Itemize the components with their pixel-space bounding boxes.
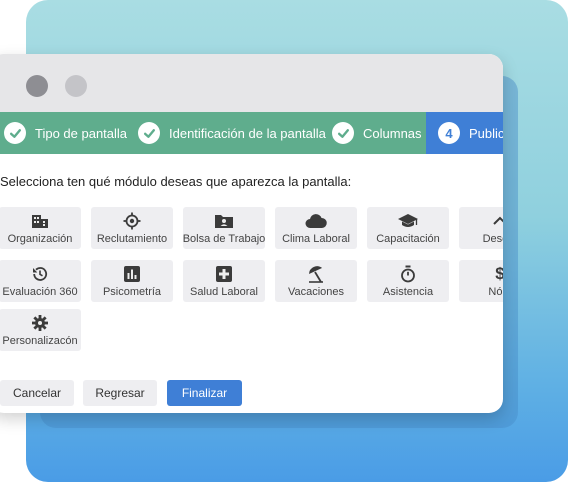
module-clima-laboral[interactable]: Clima Laboral: [275, 207, 357, 249]
module-label: Asistencia: [382, 286, 434, 298]
module-psicometria[interactable]: Psicometría: [91, 260, 173, 302]
step-label: Columnas: [363, 125, 422, 141]
app-window: Tipo de pantalla Identificación de la pa…: [0, 54, 503, 413]
gear-icon: [31, 314, 49, 332]
step-label: Publica: [469, 125, 503, 141]
folder-user-icon: [214, 212, 234, 230]
module-desempeno[interactable]: Desem: [459, 207, 503, 249]
back-button[interactable]: Regresar: [83, 380, 157, 406]
module-label: Organización: [7, 233, 73, 245]
module-label: Bolsa de Trabajo: [182, 233, 266, 245]
module-asistencia[interactable]: Asistencia: [367, 260, 449, 302]
module-label: Vacaciones: [287, 286, 345, 298]
module-bolsa-de-trabajo[interactable]: Bolsa de Trabajo: [183, 207, 265, 249]
cancel-button[interactable]: Cancelar: [0, 380, 74, 406]
history-icon: [31, 265, 49, 283]
module-prompt: Selecciona ten qué módulo deseas que apa…: [0, 174, 352, 189]
wizard-stepper: Tipo de pantalla Identificación de la pa…: [0, 112, 503, 154]
module-label: Salud Laboral: [190, 286, 258, 298]
module-label: Reclutamiento: [96, 233, 168, 245]
check-icon: [332, 122, 354, 144]
medical-cross-icon: [216, 265, 232, 283]
module-vacaciones[interactable]: Vacaciones: [275, 260, 357, 302]
module-label: Nóm: [488, 286, 503, 298]
module-label: Personalizacón: [2, 335, 78, 347]
module-salud-laboral[interactable]: Salud Laboral: [183, 260, 265, 302]
check-icon: [4, 122, 26, 144]
bar-chart-icon: [124, 265, 140, 283]
step-label: Tipo de pantalla: [35, 125, 128, 141]
check-icon: [138, 122, 160, 144]
step-tipo-de-pantalla[interactable]: Tipo de pantalla: [4, 112, 127, 154]
window-dot-light[interactable]: [65, 75, 87, 97]
module-evaluacion-360[interactable]: Evaluación 360: [0, 260, 81, 302]
step-number: 4: [438, 122, 460, 144]
building-icon: [31, 212, 49, 230]
step-columnas[interactable]: Columnas: [332, 112, 422, 154]
cloud-icon: [305, 212, 327, 230]
window-titlebar: [0, 54, 503, 112]
step-publica[interactable]: 4 Publica: [426, 112, 503, 154]
step-identificacion[interactable]: Identificación de la pantalla: [138, 112, 326, 154]
module-label: Psicometría: [102, 286, 162, 298]
module-organizacion[interactable]: Organización: [0, 207, 81, 249]
umbrella-icon: [307, 265, 325, 283]
window-dot-dark[interactable]: [26, 75, 48, 97]
module-label: Evaluación 360: [2, 286, 78, 298]
graduation-cap-icon: [397, 212, 419, 230]
module-reclutamiento[interactable]: Reclutamiento: [91, 207, 173, 249]
module-label: Clima Laboral: [282, 233, 350, 245]
chevron-up-icon: [492, 212, 503, 230]
target-icon: [123, 212, 141, 230]
module-label: Capacitación: [376, 233, 440, 245]
module-capacitacion[interactable]: Capacitación: [367, 207, 449, 249]
module-label: Desem: [482, 233, 503, 245]
dollar-icon: $: [495, 264, 503, 283]
module-personalizacion[interactable]: Personalizacón: [0, 309, 81, 351]
finish-button[interactable]: Finalizar: [167, 380, 242, 406]
step-label: Identificación de la pantalla: [169, 125, 326, 141]
module-nomina[interactable]: $ Nóm: [459, 260, 503, 302]
stopwatch-icon: [400, 265, 416, 283]
